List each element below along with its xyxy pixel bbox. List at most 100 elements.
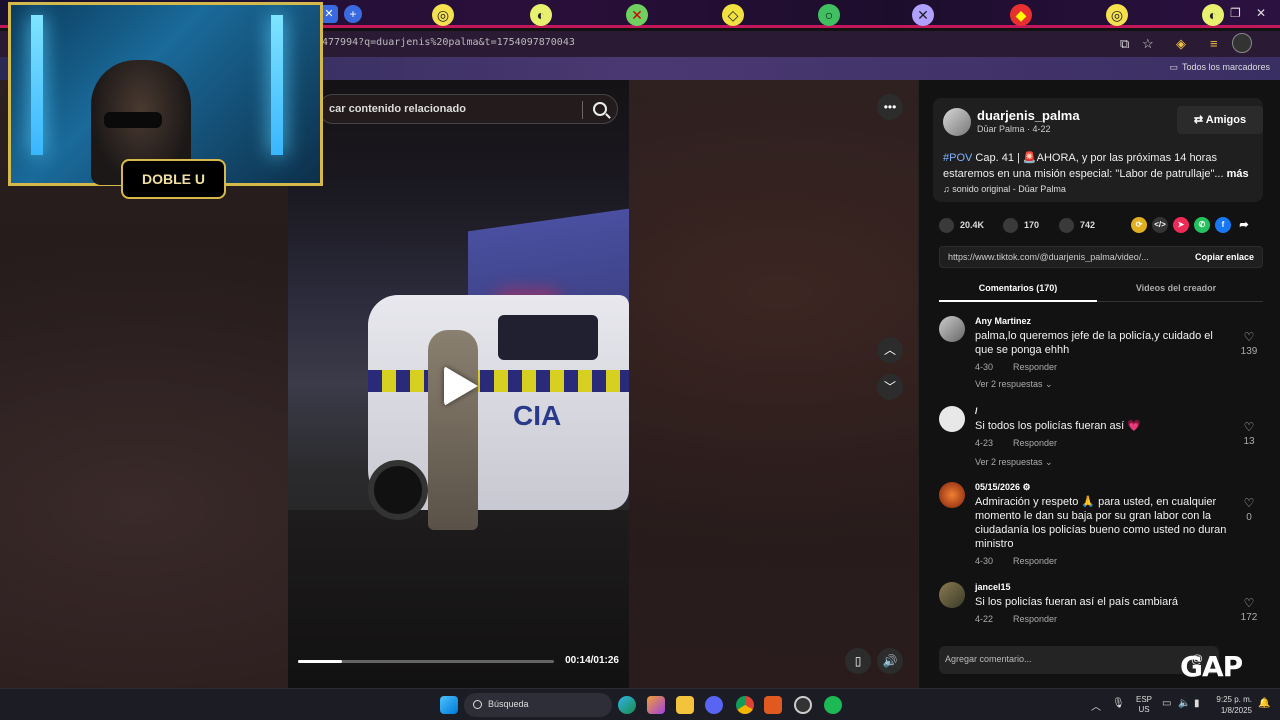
- share-arrow-icon[interactable]: ➦: [1236, 217, 1252, 233]
- profile-avatar-icon[interactable]: [1232, 33, 1252, 53]
- comment-date: 4-30: [975, 556, 994, 566]
- more-options-icon[interactable]: •••: [877, 94, 903, 120]
- language-indicator[interactable]: ESP US: [1136, 695, 1152, 715]
- car-window: [498, 315, 598, 360]
- related-search-input[interactable]: car contenido relacionado: [318, 94, 618, 124]
- heart-icon: [939, 218, 954, 234]
- floating-player-icon[interactable]: ▯: [845, 648, 871, 674]
- commenter-avatar[interactable]: [939, 582, 965, 608]
- next-video-icon[interactable]: ﹀: [877, 374, 903, 400]
- view-replies-link[interactable]: Ver 2 respuestas ⌄: [975, 457, 1053, 468]
- comment-item: 05/15/2026 ⚙ Admiración y respeto 🙏 para…: [939, 482, 1263, 574]
- copy-link-button[interactable]: Copiar enlace: [1195, 252, 1254, 262]
- video-officer: [428, 330, 478, 530]
- url-text[interactable]: 477994?q=duarjenis%20palma&t=17540978700…: [322, 37, 575, 48]
- new-tab-icon[interactable]: +: [344, 5, 362, 23]
- restore-window-icon[interactable]: ❐: [1230, 6, 1241, 20]
- chrome-icon[interactable]: [736, 696, 754, 714]
- commenter-name[interactable]: /: [975, 406, 978, 416]
- commenter-avatar[interactable]: [939, 406, 965, 432]
- spotify-icon[interactable]: [824, 696, 842, 714]
- reply-button[interactable]: Responder: [1013, 438, 1057, 448]
- video-player[interactable]: CIA 00:14/01:26: [288, 80, 629, 688]
- microphone-icon[interactable]: 🎙: [1112, 698, 1125, 709]
- repost-icon[interactable]: ⟳: [1131, 217, 1147, 233]
- heart-outline-icon: ♡: [1243, 420, 1255, 434]
- facebook-icon[interactable]: f: [1215, 217, 1231, 233]
- heart-outline-icon: ♡: [1243, 496, 1255, 510]
- whatsapp-icon[interactable]: ✆: [1194, 217, 1210, 233]
- commenter-name[interactable]: jancel15: [975, 582, 1011, 592]
- display-icon[interactable]: ▭: [1162, 698, 1171, 709]
- cam-neon-light: [31, 15, 43, 155]
- discord-icon[interactable]: [705, 696, 723, 714]
- tab-creator-videos[interactable]: Videos del creador: [1097, 283, 1255, 293]
- reply-button[interactable]: Responder: [1013, 362, 1057, 372]
- play-icon[interactable]: [444, 366, 478, 406]
- like-button[interactable]: 20.4K: [939, 216, 984, 234]
- edge-icon[interactable]: [618, 696, 636, 714]
- reply-button[interactable]: Responder: [1013, 614, 1057, 624]
- sound-link[interactable]: ♫ sonido original - Dūar Palma: [943, 184, 1066, 194]
- comment-like-button[interactable]: ♡ 172: [1235, 596, 1263, 623]
- commenter-avatar[interactable]: [939, 482, 965, 508]
- commenter-avatar[interactable]: [939, 316, 965, 342]
- view-replies-link[interactable]: Ver 2 respuestas ⌄: [975, 379, 1053, 390]
- comment-text: Si los policías fueran así el país cambi…: [975, 596, 1178, 608]
- comment-button[interactable]: 170: [1003, 216, 1039, 234]
- comment-like-button[interactable]: ♡ 0: [1235, 496, 1263, 523]
- share-link-url[interactable]: https://www.tiktok.com/@duarjenis_palma/…: [948, 252, 1170, 262]
- theme-symbol-icon: ◎: [1106, 4, 1128, 26]
- commenter-name[interactable]: Any Martinez: [975, 316, 1031, 326]
- obs-icon[interactable]: [794, 696, 812, 714]
- bookmark-star-icon[interactable]: ☆: [1142, 36, 1154, 52]
- hidden-icons-chevron-icon[interactable]: ︿: [1091, 698, 1101, 713]
- music-note-icon: ♫: [943, 184, 953, 194]
- embed-icon[interactable]: </>: [1152, 217, 1168, 233]
- comment-like-button[interactable]: ♡ 139: [1235, 330, 1263, 357]
- hashtag-link[interactable]: #POV: [943, 152, 972, 164]
- taskbar-clock[interactable]: 9:25 p. m. 1/8/2025: [1212, 694, 1252, 716]
- search-icon[interactable]: [593, 102, 607, 116]
- video-progress-fill: [298, 660, 342, 663]
- extension-icon[interactable]: ≡: [1210, 36, 1218, 51]
- comment-meta: 4-23 Responder: [975, 438, 1057, 448]
- commenter-name[interactable]: 05/15/2026 ⚙: [975, 482, 1031, 493]
- video-progress-bar[interactable]: [298, 660, 554, 663]
- file-explorer-icon[interactable]: [676, 696, 694, 714]
- like-count: 20.4K: [960, 220, 985, 230]
- speaker-icon[interactable]: 🔈: [1178, 698, 1190, 709]
- creator-avatar[interactable]: [943, 108, 971, 136]
- add-comment-input[interactable]: Agregar comentario... @: [939, 646, 1219, 674]
- creator-username[interactable]: duarjenis_palma: [977, 108, 1080, 123]
- all-bookmarks-link[interactable]: ▭ Todos los marcadores: [1169, 62, 1270, 73]
- friends-button[interactable]: ⇄ Amigos: [1177, 106, 1263, 134]
- heart-outline-icon: ♡: [1243, 330, 1255, 344]
- taskbar-search[interactable]: Búsqueda: [464, 693, 612, 717]
- comment-like-count: 139: [1240, 346, 1258, 357]
- theme-symbol-icon: ✕: [626, 4, 648, 26]
- panel-tabs: Comentarios (170) Videos del creador: [939, 278, 1263, 302]
- volume-icon[interactable]: 🔊: [877, 648, 903, 674]
- extension-icon[interactable]: ◈: [1176, 36, 1186, 52]
- comment-like-button[interactable]: ♡ 13: [1235, 420, 1263, 447]
- more-link[interactable]: más: [1227, 168, 1249, 180]
- cam-sunglasses: [104, 112, 162, 128]
- tab-comments[interactable]: Comentarios (170): [939, 283, 1097, 293]
- reply-button[interactable]: Responder: [1013, 556, 1057, 566]
- battery-icon[interactable]: ▮: [1194, 698, 1200, 709]
- save-button[interactable]: 742: [1059, 216, 1095, 234]
- theme-symbol-icon: ◇: [722, 4, 744, 26]
- clock-date: 1/8/2025: [1220, 706, 1252, 715]
- close-window-icon[interactable]: ✕: [1256, 6, 1266, 20]
- previous-video-icon[interactable]: ︿: [877, 337, 903, 363]
- notification-bell-icon[interactable]: 🔔: [1258, 698, 1270, 709]
- copilot-icon[interactable]: [647, 696, 665, 714]
- comment-count: 170: [1024, 220, 1040, 230]
- friends-button-label: Amigos: [1205, 114, 1247, 126]
- gap-watermark: GAP: [1180, 650, 1243, 683]
- install-app-icon[interactable]: ⧉: [1120, 36, 1129, 52]
- send-icon[interactable]: ➤: [1173, 217, 1189, 233]
- app-icon[interactable]: [764, 696, 782, 714]
- windows-start-icon[interactable]: [440, 696, 458, 714]
